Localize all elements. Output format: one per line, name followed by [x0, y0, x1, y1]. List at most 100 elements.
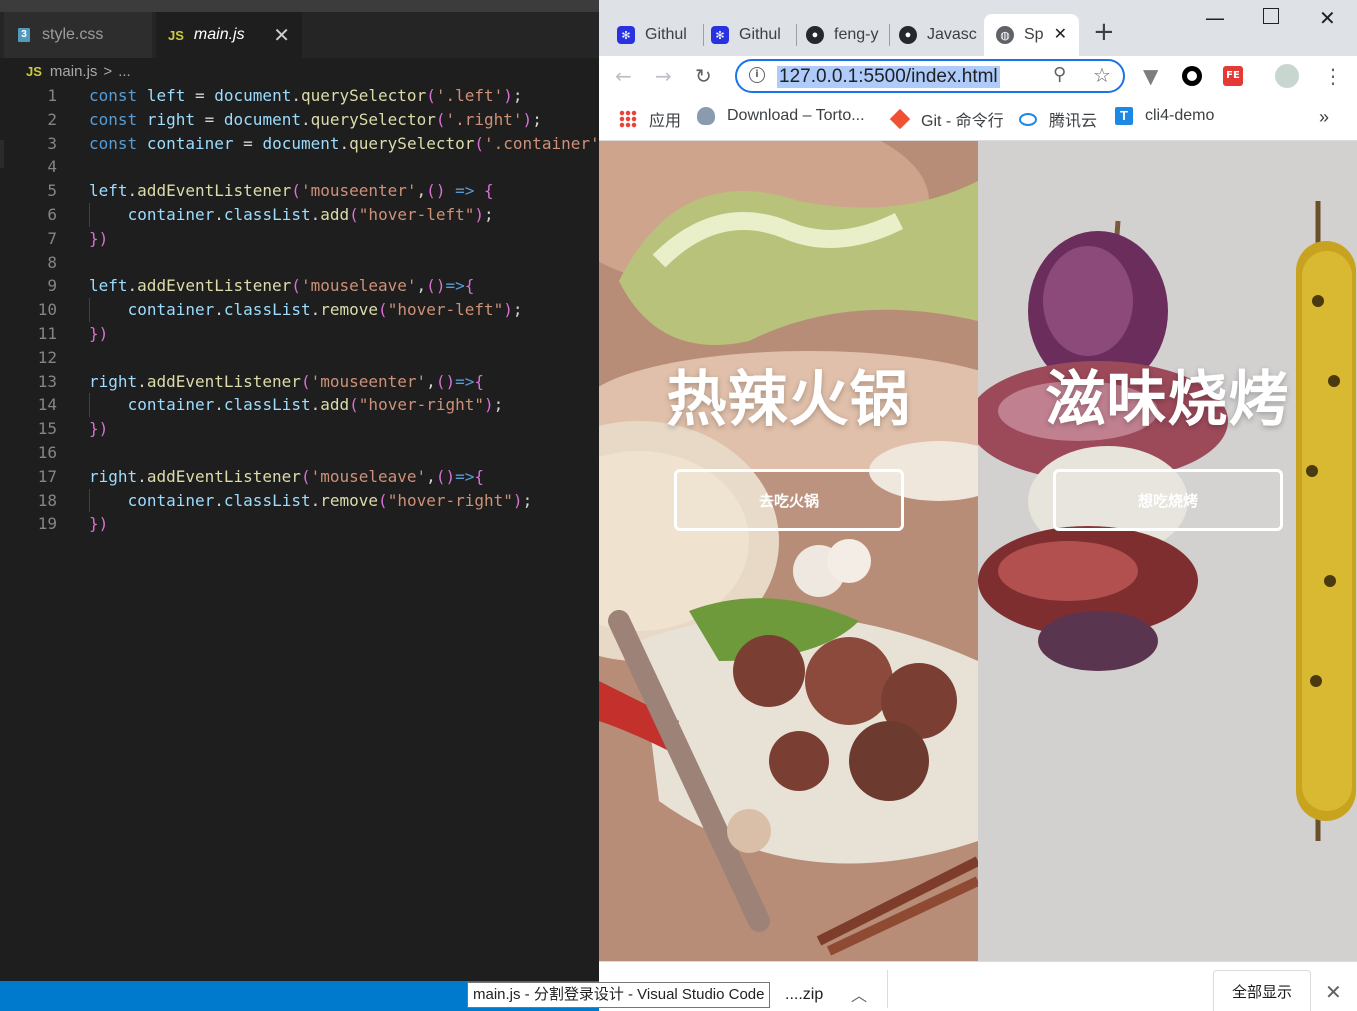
- download-divider: [887, 970, 888, 1008]
- maximize-icon[interactable]: [1263, 8, 1279, 24]
- bookmark-star-icon[interactable]: ☆: [1093, 63, 1111, 87]
- line-number: 16: [37, 442, 57, 462]
- tab-style-css[interactable]: 3 style.css: [4, 12, 152, 58]
- profile-avatar-icon[interactable]: [1275, 64, 1299, 88]
- code-line[interactable]: 10 container.classList.remove("hover-lef…: [0, 298, 599, 322]
- browser-tab[interactable]: ● feng-y: [806, 14, 886, 56]
- menu-kebab-icon[interactable]: ⋮: [1323, 64, 1343, 88]
- js-file-icon: JS: [168, 27, 184, 43]
- code-line[interactable]: 15}): [0, 417, 599, 441]
- browser-tab[interactable]: ● Javasc: [899, 14, 977, 56]
- code-text: const container = document.querySelector…: [89, 133, 599, 153]
- chevron-up-icon[interactable]: ︿: [851, 982, 867, 1006]
- panel-left-hotpot[interactable]: 热辣火锅 去吃火锅: [599, 141, 978, 961]
- forward-arrow-icon[interactable]: →: [655, 64, 672, 88]
- panel-left-button[interactable]: 去吃火锅: [674, 469, 904, 531]
- browser-tab[interactable]: ✻ Githul: [617, 14, 705, 56]
- apps-grid-icon: [619, 110, 637, 128]
- url-text[interactable]: 127.0.0.1:5500/index.html: [777, 66, 1000, 88]
- bbq-illustration: [978, 141, 1357, 961]
- reload-icon[interactable]: ↻: [695, 64, 712, 88]
- back-arrow-icon[interactable]: ←: [615, 64, 632, 88]
- tab-separator: [796, 24, 797, 46]
- bookmarks-overflow-button[interactable]: »: [1319, 107, 1329, 128]
- web-page: 热辣火锅 去吃火锅 滋味烧烤 想吃烧烤: [599, 141, 1357, 961]
- line-number: 14: [37, 395, 57, 415]
- baidu-paw-icon: ✻: [711, 26, 729, 44]
- bookmark-apps[interactable]: 应用: [619, 107, 681, 131]
- browser-tab-label: Javasc: [927, 26, 977, 43]
- github-icon: ●: [899, 26, 917, 44]
- zoom-icon[interactable]: ⚲: [1053, 64, 1066, 85]
- code-line[interactable]: 12: [0, 346, 599, 370]
- panel-left-title: 热辣火锅: [666, 365, 911, 435]
- code-text: right.addEventListener('mouseenter',()=>…: [89, 371, 484, 391]
- code-editor[interactable]: 1 const left = document.querySelector('.l…: [0, 84, 599, 536]
- line-number: 9: [47, 276, 57, 296]
- fe-extension-icon[interactable]: FE: [1223, 66, 1243, 86]
- close-download-bar-icon[interactable]: ✕: [1325, 980, 1342, 1004]
- breadcrumb-file[interactable]: main.js: [50, 63, 98, 80]
- breadcrumb-trail[interactable]: ...: [118, 63, 131, 80]
- download-file-name[interactable]: ....zip: [785, 986, 823, 1004]
- t-letter-icon: T: [1115, 107, 1133, 125]
- bookmark-label: Git - 命令行: [921, 113, 1004, 130]
- git-icon: [889, 108, 911, 130]
- code-line[interactable]: 19}): [0, 512, 599, 536]
- browser-tab[interactable]: ✻ Githul: [711, 14, 793, 56]
- code-line[interactable]: 14 container.classList.add("hover-right"…: [0, 393, 599, 418]
- code-line[interactable]: 8: [0, 251, 599, 275]
- panel-right-bbq[interactable]: 滋味烧烤 想吃烧烤: [978, 141, 1357, 961]
- code-line[interactable]: 5 left.addEventListener('mouseenter',() =…: [0, 179, 599, 203]
- code-line[interactable]: 6 container.classList.add("hover-left");: [0, 202, 599, 227]
- close-window-icon[interactable]: ✕: [1319, 6, 1336, 30]
- bookmark-label: cli4-demo: [1145, 107, 1215, 124]
- browser-tab-active[interactable]: ◍ Sp ✕: [984, 14, 1079, 56]
- code-line[interactable]: 7}): [0, 227, 599, 251]
- breadcrumb: JS main.js > ...: [0, 58, 599, 84]
- code-line[interactable]: 17 right.addEventListener('mouseleave',()…: [0, 465, 599, 489]
- line-number: 12: [37, 347, 57, 367]
- code-line[interactable]: 2 const right = document.querySelector('.…: [0, 108, 599, 132]
- code-text: const right = document.querySelector('.r…: [89, 109, 542, 129]
- minimize-icon[interactable]: —: [1205, 6, 1225, 30]
- bookmarks-bar: 应用 Download – Torto... Git - 命令行 腾讯云 T c…: [599, 98, 1357, 141]
- code-line[interactable]: 1 const left = document.querySelector('.l…: [0, 84, 599, 108]
- bookmark-git[interactable]: Git - 命令行: [889, 107, 1004, 131]
- close-tab-icon[interactable]: ✕: [273, 23, 290, 48]
- bookmark-tencent-cloud[interactable]: 腾讯云: [1019, 107, 1097, 131]
- show-all-downloads-button[interactable]: 全部显示: [1213, 970, 1311, 1011]
- code-line[interactable]: 11}): [0, 322, 599, 346]
- line-number: 15: [37, 419, 57, 439]
- code-text: }): [89, 323, 109, 343]
- code-line[interactable]: 18 container.classList.remove("hover-rig…: [0, 488, 599, 513]
- globe-icon: ◍: [996, 26, 1014, 44]
- site-info-icon[interactable]: i: [749, 67, 765, 83]
- line-number: 18: [37, 490, 57, 510]
- taskbar-tooltip: main.js - 分割登录设计 - Visual Studio Code: [467, 982, 771, 1008]
- css-file-icon: 3: [18, 28, 30, 42]
- extension-circle-icon[interactable]: [1182, 66, 1202, 86]
- bookmark-label: Download – Torto...: [727, 107, 865, 124]
- code-text: container.classList.remove("hover-right"…: [127, 490, 533, 510]
- bookmark-tortoise[interactable]: Download – Torto...: [697, 107, 865, 125]
- tab-main-js[interactable]: JS main.js ✕: [156, 12, 302, 58]
- address-bar[interactable]: i 127.0.0.1:5500/index.html ⚲ ☆: [735, 59, 1125, 93]
- code-line[interactable]: 16: [0, 441, 599, 465]
- vue-devtools-icon[interactable]: ▼: [1143, 64, 1158, 88]
- line-number: 3: [47, 133, 57, 153]
- panel-right-button[interactable]: 想吃烧烤: [1053, 469, 1283, 531]
- code-text: container.classList.remove("hover-left")…: [127, 300, 523, 320]
- code-line[interactable]: 13 right.addEventListener('mouseenter',()…: [0, 370, 599, 394]
- bookmark-cli4-demo[interactable]: T cli4-demo: [1115, 107, 1214, 125]
- chrome-window: ✻ Githul ✻ Githul ● feng-y ● Javasc ◍ Sp…: [599, 0, 1357, 1011]
- vscode-menu-bar: [0, 0, 599, 12]
- panel-right-title: 滋味烧烤: [1045, 365, 1290, 435]
- new-tab-button[interactable]: +: [1093, 17, 1115, 47]
- code-line[interactable]: 3 const container = document.querySelecto…: [0, 132, 599, 156]
- code-text: container.classList.add("hover-right");: [127, 395, 504, 415]
- breadcrumb-separator: >: [103, 62, 113, 80]
- close-tab-icon[interactable]: ✕: [1054, 24, 1067, 44]
- code-line[interactable]: 4: [0, 155, 599, 179]
- code-line[interactable]: 9 left.addEventListener('mouseleave',()=>…: [0, 274, 599, 298]
